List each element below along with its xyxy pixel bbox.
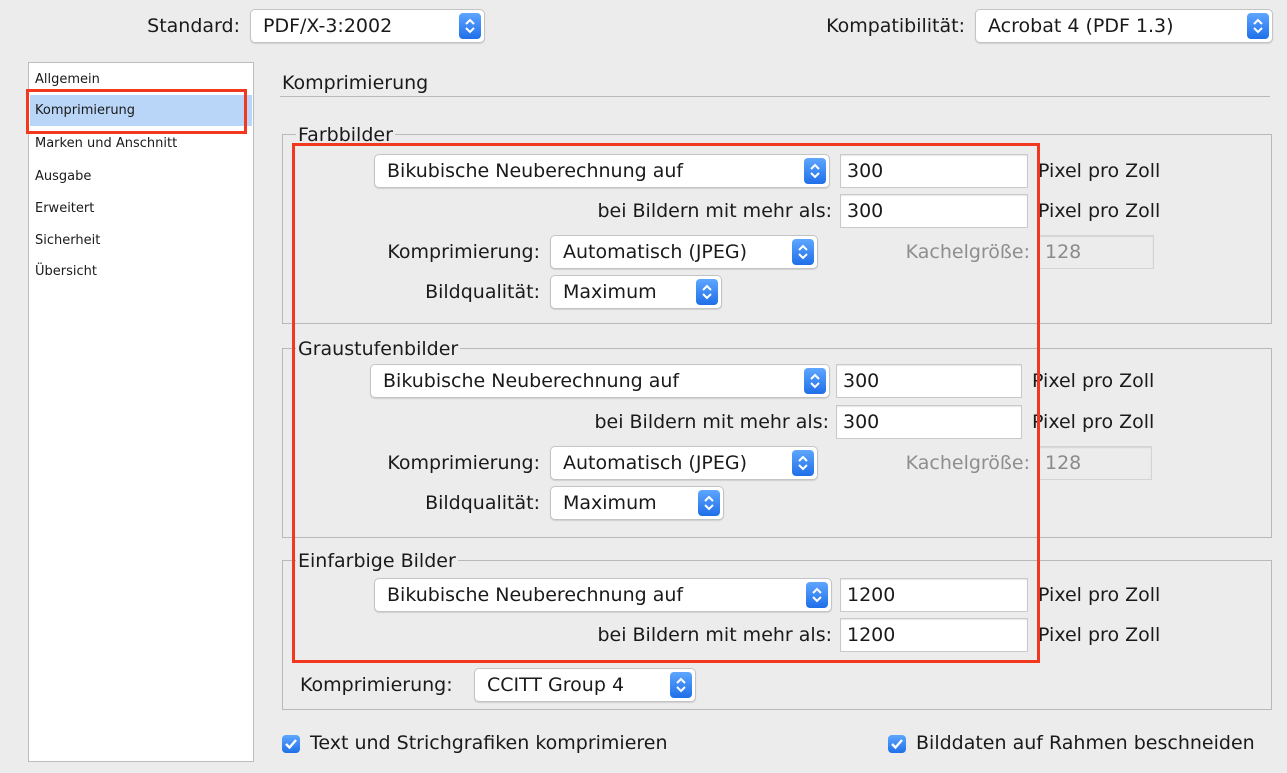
sidebar-item-erweitert[interactable]: Erweitert: [30, 193, 252, 224]
compat-label: Kompatibilität:: [826, 15, 965, 37]
gray-above-unit: Pixel pro Zoll: [1032, 411, 1155, 433]
standard-label: Standard:: [147, 15, 240, 37]
checkmark-icon: [282, 735, 300, 753]
sidebar: Allgemein Komprimierung Marken und Ansch…: [28, 62, 254, 762]
color-tile-input: 128: [1038, 235, 1154, 269]
mono-compression-select[interactable]: CCITT Group 4: [474, 668, 696, 702]
sidebar-item-ausgabe[interactable]: Ausgabe: [30, 161, 252, 192]
standard-select[interactable]: PDF/X-3:2002: [250, 9, 485, 43]
sidebar-item-uebersicht[interactable]: Übersicht: [30, 256, 252, 287]
compress-text-checkbox[interactable]: Text und Strichgrafiken komprimieren: [282, 732, 722, 756]
crop-images-checkbox[interactable]: Bilddaten auf Rahmen beschneiden: [888, 732, 1280, 756]
section-divider: [280, 96, 1270, 97]
compat-select-value: Acrobat 4 (PDF 1.3): [988, 15, 1174, 37]
compat-select[interactable]: Acrobat 4 (PDF 1.3): [975, 9, 1273, 43]
sidebar-highlight-box: [26, 89, 247, 134]
mono-compression-label: Komprimierung:: [300, 674, 453, 696]
chevron-updown-icon: [459, 13, 481, 39]
compress-text-label: Text und Strichgrafiken komprimieren: [310, 732, 668, 754]
crop-images-label: Bilddaten auf Rahmen beschneiden: [916, 732, 1255, 754]
mono-compression-value: CCITT Group 4: [487, 674, 625, 696]
chevron-updown-icon: [1247, 13, 1269, 39]
color-above-unit: Pixel pro Zoll: [1038, 200, 1161, 222]
mono-above-unit: Pixel pro Zoll: [1038, 624, 1161, 646]
gray-tile-input: 128: [1038, 446, 1152, 480]
main-highlight-box: [292, 143, 1040, 663]
standard-select-value: PDF/X-3:2002: [263, 15, 393, 37]
section-title: Komprimierung: [282, 72, 429, 94]
mono-ppi-unit: Pixel pro Zoll: [1038, 584, 1161, 606]
checkmark-icon: [888, 735, 906, 753]
chevron-updown-icon: [670, 672, 692, 698]
sidebar-item-sicherheit[interactable]: Sicherheit: [30, 225, 252, 256]
color-ppi-unit: Pixel pro Zoll: [1038, 160, 1161, 182]
gray-ppi-unit: Pixel pro Zoll: [1032, 370, 1155, 392]
